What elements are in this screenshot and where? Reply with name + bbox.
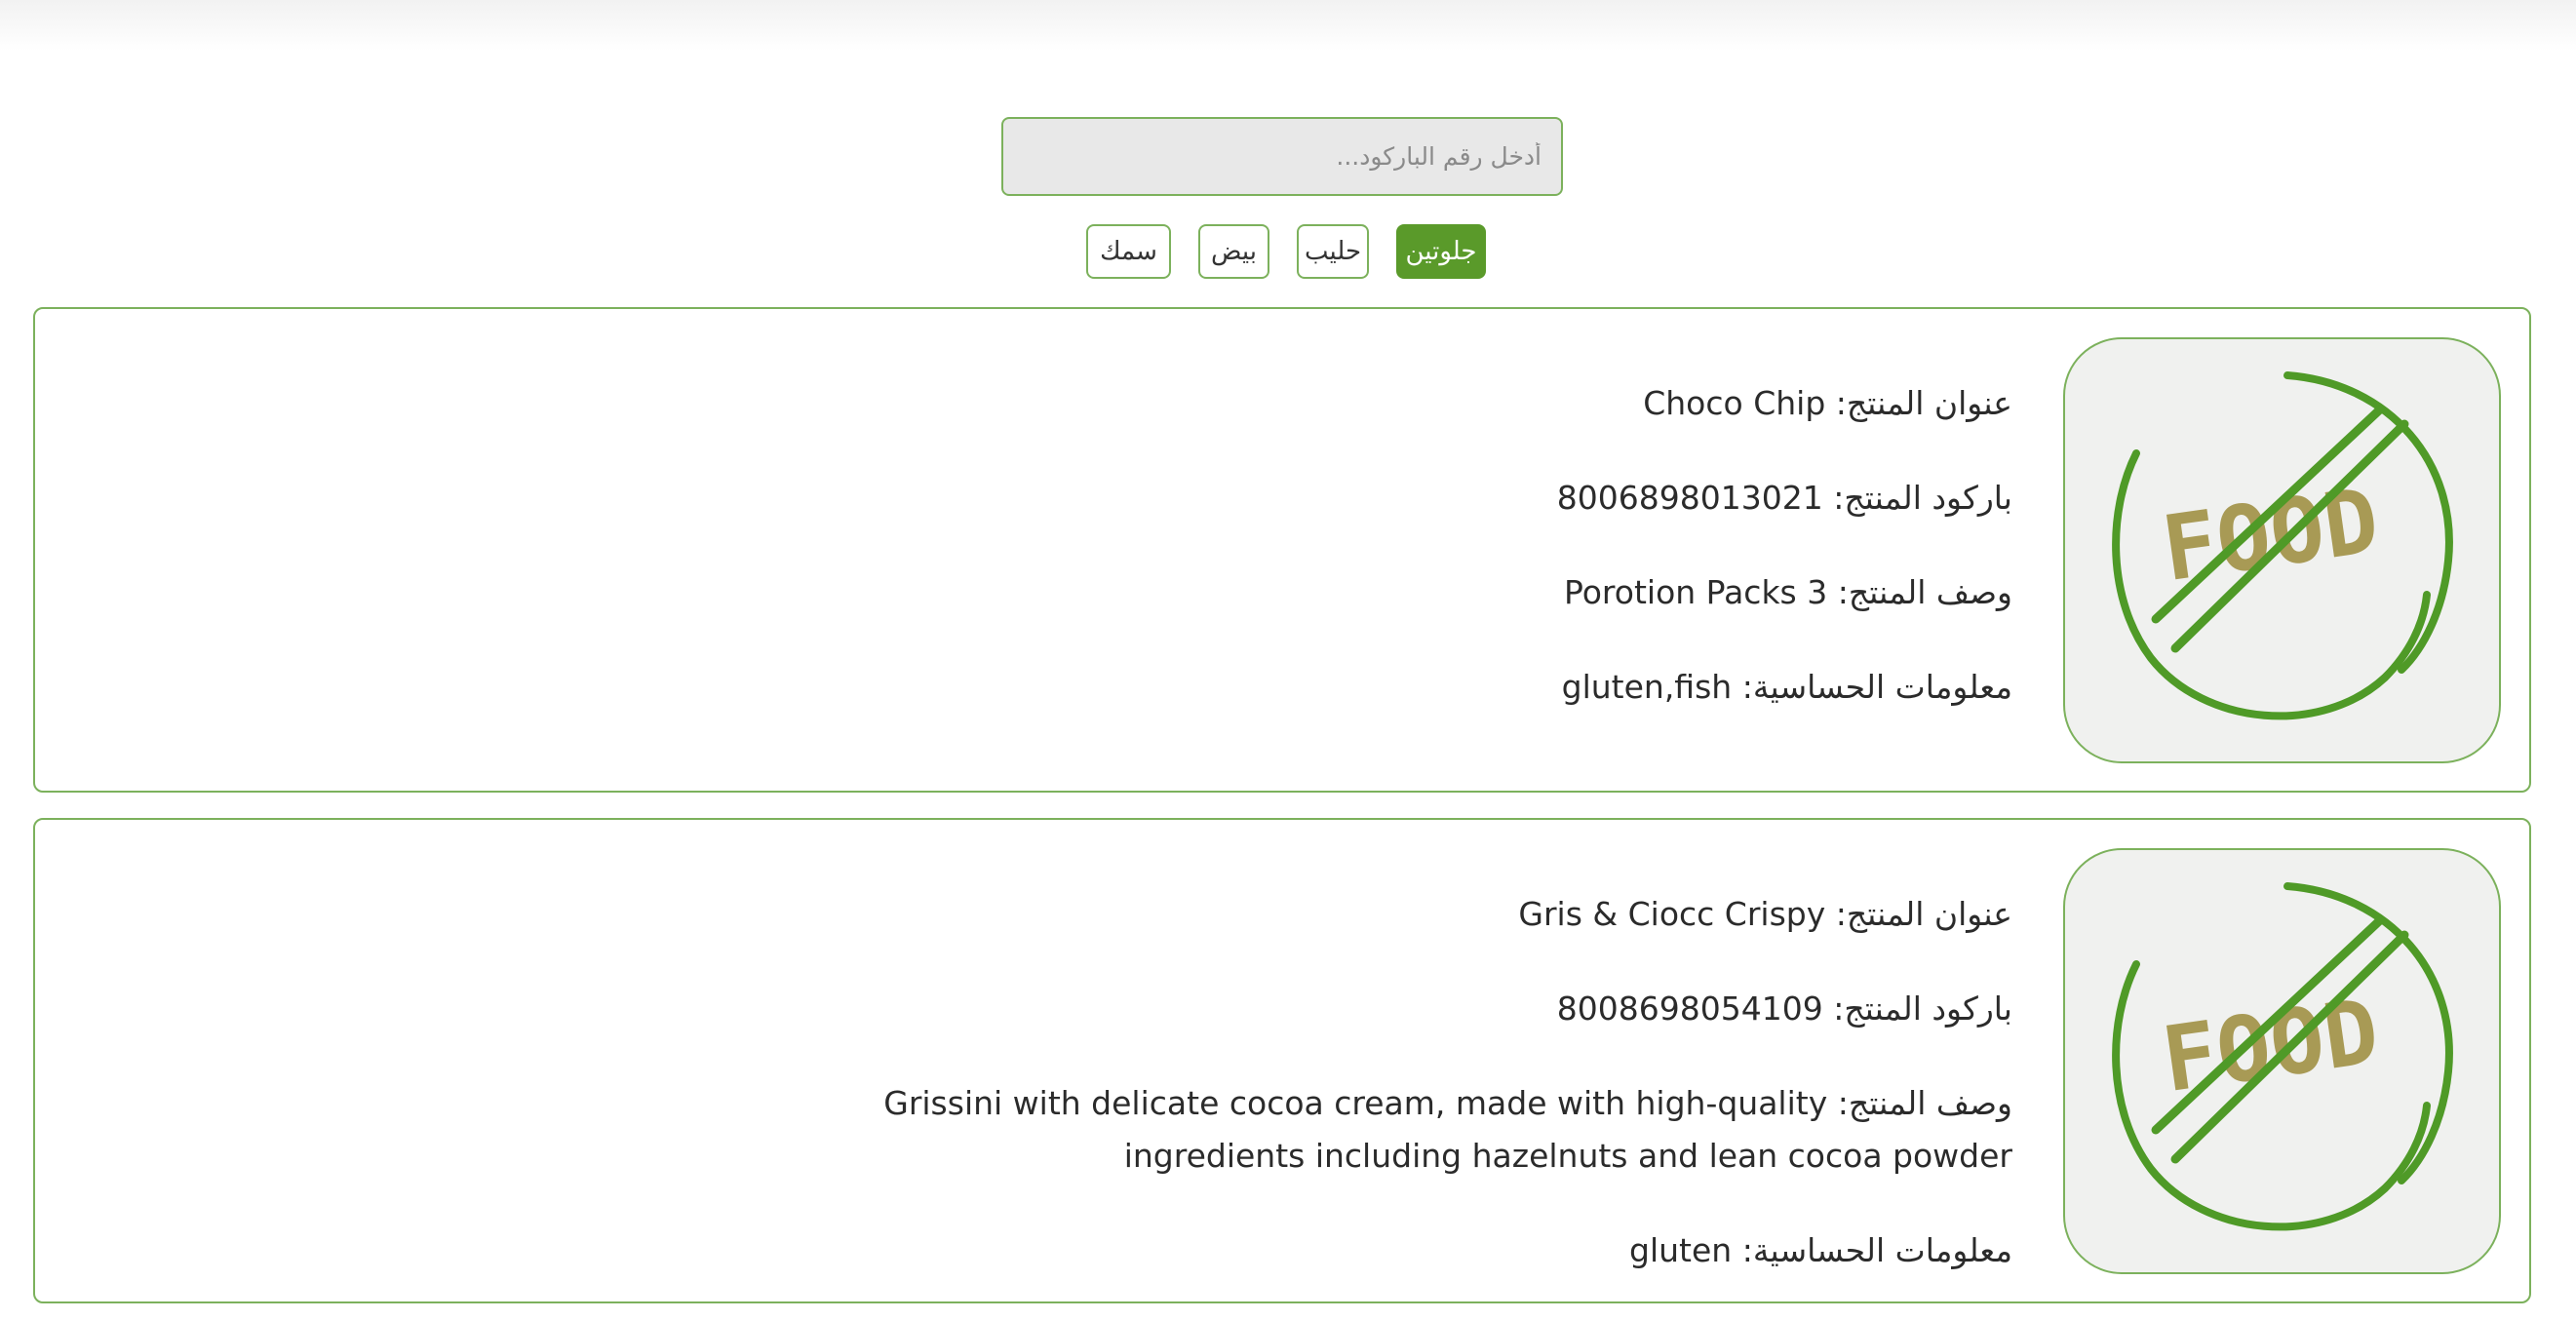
product-title: Gris & Ciocc Crispy	[1518, 895, 1826, 933]
product-description-row: وصف المنتج: Porotion Packs 3	[842, 566, 2012, 619]
product-info: عنوان المنتج: Choco Chip باركود المنتج: …	[842, 377, 2012, 756]
filter-eggs[interactable]: بيض	[1198, 224, 1269, 279]
filter-gluten[interactable]: جلوتين	[1396, 224, 1486, 279]
no-food-icon: FOOD	[2111, 370, 2453, 719]
product-title-label: عنوان المنتج:	[1835, 895, 2012, 933]
product-title-label: عنوان المنتج:	[1835, 384, 2012, 422]
product-image: FOOD	[2063, 337, 2501, 763]
product-card: FOOD عنوان المنتج: Gris & Ciocc Crispy ب…	[33, 818, 2531, 1303]
product-allergens: gluten	[1629, 1231, 1733, 1269]
barcode-search-input[interactable]	[1001, 117, 1563, 196]
top-bar	[0, 0, 2576, 51]
product-allergens-label: معلومات الحساسية:	[1741, 668, 2012, 706]
product-barcode-row: باركود المنتج: 8006898013021	[842, 472, 2012, 524]
product-info: عنوان المنتج: Gris & Ciocc Crispy باركود…	[842, 888, 2012, 1319]
product-barcode: 8006898013021	[1556, 479, 1823, 517]
product-image: FOOD	[2063, 848, 2501, 1274]
product-description-row: وصف المنتج: Grissini with delicate cocoa…	[842, 1077, 2012, 1183]
product-barcode-row: باركود المنتج: 8008698054109	[842, 983, 2012, 1035]
product-allergens-row: معلومات الحساسية: gluten,fish	[842, 661, 2012, 714]
filter-milk[interactable]: حليب	[1297, 224, 1369, 279]
product-title: Choco Chip	[1643, 384, 1826, 422]
barcode-search	[1001, 117, 1563, 196]
product-barcode: 8008698054109	[1556, 990, 1823, 1028]
product-title-row: عنوان المنتج: Choco Chip	[842, 377, 2012, 430]
product-allergens: gluten,fish	[1561, 668, 1733, 706]
product-allergens-row: معلومات الحساسية: gluten	[842, 1224, 2012, 1277]
product-allergens-label: معلومات الحساسية:	[1741, 1231, 2012, 1269]
product-barcode-label: باركود المنتج:	[1833, 479, 2012, 517]
product-title-row: عنوان المنتج: Gris & Ciocc Crispy	[842, 888, 2012, 941]
product-description-label: وصف المنتج:	[1837, 573, 2012, 611]
product-barcode-label: باركود المنتج:	[1833, 990, 2012, 1028]
product-card: FOOD عنوان المنتج: Choco Chip باركود الم…	[33, 307, 2531, 793]
product-description-label: وصف المنتج:	[1837, 1084, 2012, 1122]
product-description: Porotion Packs 3	[1564, 573, 1828, 611]
filter-fish[interactable]: سمك	[1086, 224, 1171, 279]
allergen-filters: جلوتين حليب بيض سمك	[1080, 224, 1486, 279]
no-food-icon: FOOD	[2111, 881, 2453, 1230]
